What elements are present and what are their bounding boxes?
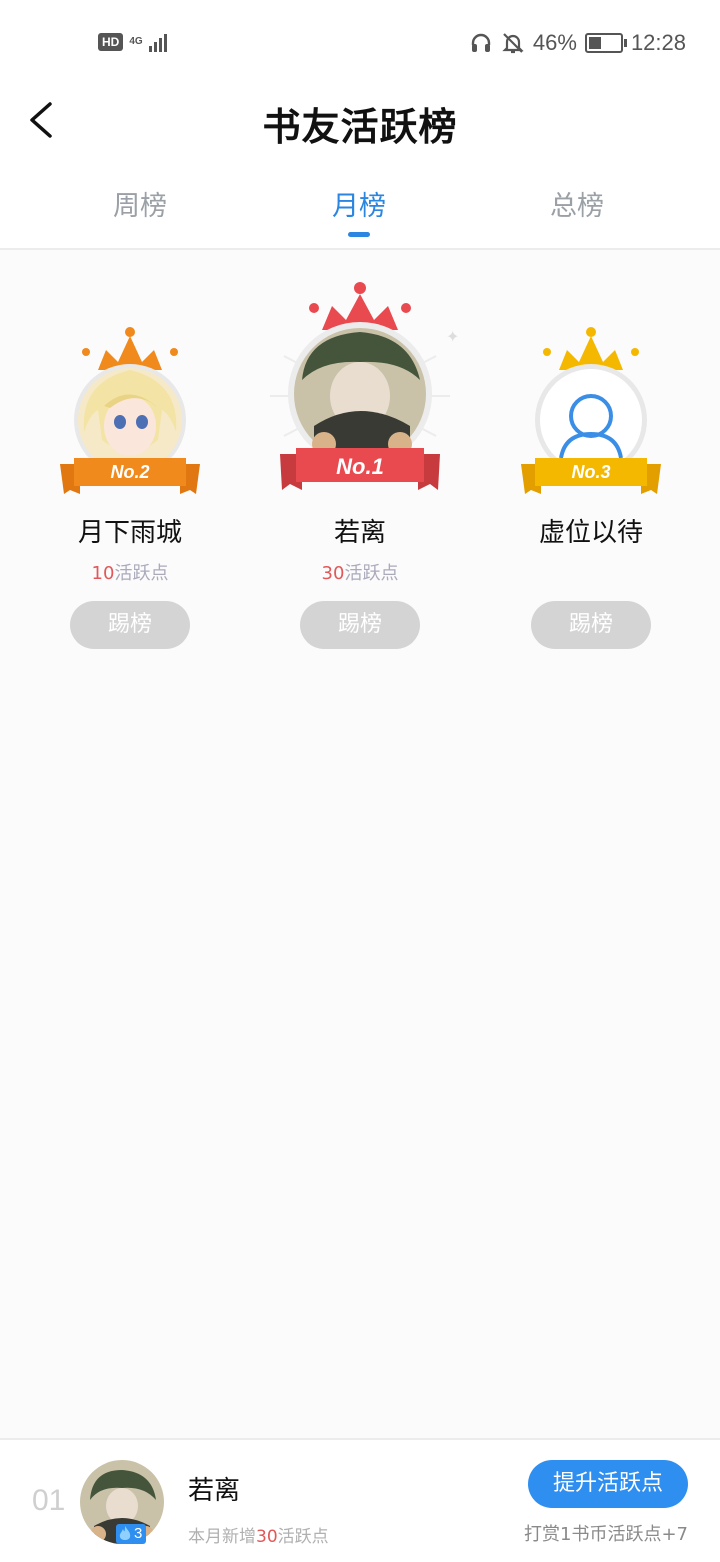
my-name: 若离 xyxy=(188,1476,241,1506)
my-rank-number: 01 xyxy=(32,1484,66,1517)
podium-points-1: 30活跃点 xyxy=(321,563,399,584)
kick-button-2[interactable]: 踢榜 xyxy=(70,601,190,649)
podium-name-2: 月下雨城 xyxy=(77,518,182,548)
rank-label-1: No.1 xyxy=(336,454,384,479)
boost-activity-button[interactable]: 提升活跃点 xyxy=(528,1460,688,1508)
svg-text:✦: ✦ xyxy=(446,327,459,346)
reward-tip: 打赏1书币活跃点+7 xyxy=(524,1524,688,1545)
podium-first: ✦ No.1 若离 30活跃点 踢榜 xyxy=(250,276,470,649)
battery-icon xyxy=(584,33,627,53)
battery-fill xyxy=(588,37,601,49)
bell-off-icon xyxy=(502,33,524,54)
tab-monthly[interactable]: 月榜 xyxy=(299,184,419,223)
header: 书友活跃榜 周榜 月榜 总榜 xyxy=(0,88,720,250)
flame-icon xyxy=(119,1526,131,1540)
battery-percent: 46% xyxy=(532,30,577,55)
podium-name-1: 若离 xyxy=(333,518,386,548)
network-type: 4G xyxy=(129,36,143,47)
signal-icon xyxy=(148,32,167,52)
tab-weekly[interactable]: 周榜 xyxy=(80,184,200,223)
my-points-summary: 本月新增30活跃点 xyxy=(188,1527,329,1547)
kick-button-1[interactable]: 踢榜 xyxy=(300,601,420,649)
podium-points-2: 10活跃点 xyxy=(91,563,169,584)
headphones-icon xyxy=(471,33,491,52)
status-bar: HD 4G 46% 12:28 xyxy=(0,0,720,88)
clock: 12:28 xyxy=(630,30,686,55)
page-title: 书友活跃榜 xyxy=(262,104,458,149)
tab-indicator xyxy=(348,232,370,237)
rank-label-2: No.2 xyxy=(110,462,150,482)
kick-button-3[interactable]: 踢榜 xyxy=(531,601,651,649)
hd-icon: HD xyxy=(98,33,124,51)
podium-second: No.2 月下雨城 10活跃点 踢榜 xyxy=(50,322,210,649)
my-rank-bar: 01 3 若离 本月新增30活跃点 提升活跃点 打赏1书币活跃点+7 xyxy=(0,1438,720,1562)
level-number: 3 xyxy=(134,1525,143,1542)
podium-third: No.3 虚位以待 踢榜 xyxy=(511,322,671,649)
level-badge: 3 xyxy=(116,1524,147,1544)
podium-name-3: 虚位以待 xyxy=(538,518,643,548)
tab-total[interactable]: 总榜 xyxy=(517,184,637,223)
tab-bar: 周榜 月榜 总榜 xyxy=(0,184,720,244)
rank-label-3: No.3 xyxy=(571,462,611,482)
podium-points-3 xyxy=(511,559,671,583)
